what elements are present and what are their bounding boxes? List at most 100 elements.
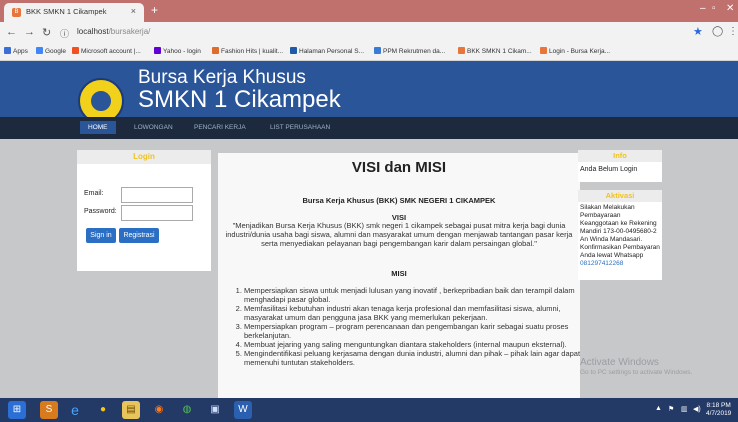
url-host: localhost (77, 27, 109, 36)
bookmark-icon (458, 47, 465, 54)
browser-tab[interactable]: B BKK SMKN 1 Cikampek × (4, 3, 144, 22)
email-field[interactable] (121, 187, 193, 203)
bookmark-label: PPM Rekrutmen da... (383, 48, 446, 55)
bookmark-icon (36, 47, 43, 54)
bookmark-icon (212, 47, 219, 54)
firefox-icon[interactable]: ◉ (150, 401, 168, 419)
site-favicon-icon: B (12, 8, 21, 17)
menu-item-lowongan[interactable]: LOWONGAN (134, 124, 173, 131)
forward-icon[interactable]: → (24, 26, 35, 38)
volume-icon[interactable]: ◀) (693, 405, 701, 413)
app-icon-circle[interactable]: ● (94, 401, 112, 419)
bookmark-label: Login - Bursa Kerja... (549, 48, 611, 55)
bookmark-item[interactable]: Yahoo - login (154, 47, 201, 55)
activate-subtitle: Go to PC settings to activate Windows. (580, 369, 693, 376)
bookmark-item[interactable]: Fashion Hits | kualit... (212, 47, 283, 55)
email-label: Email: (84, 190, 104, 197)
misi-item: Membuat jejaring yang saling menguntungk… (244, 340, 590, 349)
misi-item: Memfasilitasi kebutuhan industri akan te… (244, 304, 590, 322)
info-heading: Info (578, 150, 662, 162)
app-icon-screen[interactable]: ▣ (206, 401, 224, 419)
menu-dots-icon[interactable]: ⋮ (728, 26, 738, 37)
bookmark-icon (154, 47, 161, 54)
word-icon[interactable]: W (234, 401, 252, 419)
bookmark-label: Apps (13, 48, 28, 55)
info-text: Anda Belum Login (580, 166, 638, 173)
misi-item: Mempersiapkan siswa untuk menjadi lulusa… (244, 286, 590, 304)
bookmark-label: Yahoo - login (163, 48, 201, 55)
file-explorer-icon[interactable]: ▤ (122, 401, 140, 419)
maximize-icon[interactable]: ▫ (712, 3, 716, 14)
bookmark-item[interactable]: BKK SMKN 1 Cikam... (458, 47, 532, 55)
bookmark-icon (72, 47, 79, 54)
chrome-icon[interactable]: ◍ (178, 401, 196, 419)
windows-taskbar: ⊞ S e ● ▤ ◉ ◍ ▣ W ▲ ⚑ ▥ ◀) 8:18 PM 4/7/2… (0, 398, 738, 422)
password-label: Password: (84, 208, 117, 215)
reload-icon[interactable]: ↻ (42, 26, 51, 39)
whatsapp-number[interactable]: 081297412268 (580, 260, 623, 267)
bookmark-label: Halaman Personal S... (299, 48, 365, 55)
aktivasi-panel: Aktivasi Silakan Melakukan Pembayaraan K… (578, 190, 662, 280)
bookmark-label: Fashion Hits | kualit... (221, 48, 284, 55)
info-icon[interactable]: ⓘ (60, 27, 69, 40)
bookmarks-bar: Apps Google Microsoft account |... Yahoo - … (0, 44, 738, 61)
bookmark-icon (374, 47, 381, 54)
url-path: /bursakerja/ (108, 27, 151, 36)
tab-title: BKK SMKN 1 Cikampek (26, 7, 107, 16)
misi-item: Mengindentifikasi peluang kerjasama deng… (244, 349, 590, 367)
system-clock[interactable]: 8:18 PM 4/7/2019 (706, 402, 731, 418)
bookmark-label: Google (45, 48, 66, 55)
page-subtitle: Bursa Kerja Khusus (BKK) SMK NEGERI 1 CI… (302, 196, 496, 205)
aktivasi-body: Silakan Melakukan Pembayaraan Keanggotaa… (578, 202, 662, 270)
login-heading: Login (77, 150, 211, 164)
back-icon[interactable]: ← (6, 26, 17, 38)
sign-in-button[interactable]: Sign in (86, 228, 116, 243)
close-window-icon[interactable]: ✕ (726, 3, 734, 14)
start-icon[interactable]: ⊞ (8, 401, 26, 419)
bookmark-item[interactable]: Apps (4, 47, 28, 55)
profile-icon[interactable]: ◯ (712, 26, 723, 37)
bookmark-icon (4, 47, 11, 54)
login-panel: Login Email: Password: Sign in Registras… (77, 150, 211, 271)
bookmark-item[interactable]: Login - Bursa Kerja... (540, 47, 610, 55)
tray-arrow-icon[interactable]: ▲ (655, 405, 662, 412)
bookmark-icon (290, 47, 297, 54)
activate-windows-watermark: Activate Windows Go to PC settings to ac… (580, 357, 692, 376)
aktivasi-heading: Aktivasi (578, 190, 662, 202)
menu-item-list-perusahaan[interactable]: LIST PERUSAHAAN (270, 124, 330, 131)
misi-item: Mempersiapkan program – program perencan… (244, 322, 590, 340)
password-field[interactable] (121, 205, 193, 221)
bookmark-icon (540, 47, 547, 54)
misi-list: Mempersiapkan siswa untuk menjadi lulusa… (232, 286, 590, 367)
tray-flag-icon[interactable]: ⚑ (668, 405, 674, 413)
menu-item-pencari-kerja[interactable]: PENCARI KERJA (194, 124, 246, 131)
bookmark-item[interactable]: Google (36, 47, 66, 55)
web-page: Bursa Kerja Khusus SMKN 1 Cikampek HOME … (0, 61, 738, 398)
aktivasi-text: Silakan Melakukan Pembayaraan Keanggotaa… (580, 204, 660, 259)
url-field[interactable]: localhost/bursakerja/ (77, 27, 150, 36)
clock-time: 8:18 PM (706, 402, 731, 409)
bookmark-star-icon[interactable]: ★ (693, 25, 703, 38)
site-title-line2: SMKN 1 Cikampek (138, 86, 341, 113)
info-panel: Info Anda Belum Login (578, 150, 662, 182)
new-tab-button[interactable]: + (151, 3, 158, 17)
app-icon-s[interactable]: S (40, 401, 58, 419)
menu-item-home[interactable]: HOME (80, 121, 116, 134)
activate-title: Activate Windows (580, 357, 659, 368)
browser-tab-strip: B BKK SMKN 1 Cikampek × + – ▫ ✕ (0, 0, 738, 22)
minimize-icon[interactable]: – (700, 3, 706, 14)
misi-heading: MISI (391, 269, 407, 278)
network-icon[interactable]: ▥ (681, 405, 688, 413)
visi-text: "Menjadikan Bursa Kerja Khusus (BKK) smk… (225, 221, 573, 248)
bookmark-item[interactable]: Microsoft account |... (72, 47, 141, 55)
register-button[interactable]: Registrasi (119, 228, 159, 243)
site-header: Bursa Kerja Khusus SMKN 1 Cikampek (0, 61, 738, 124)
main-content: VISI dan MISI Bursa Kerja Khusus (BKK) S… (218, 153, 580, 398)
bookmark-item[interactable]: PPM Rekrutmen da... (374, 47, 445, 55)
bookmark-item[interactable]: Halaman Personal S... (290, 47, 364, 55)
tab-close-icon[interactable]: × (131, 6, 136, 16)
internet-explorer-icon[interactable]: e (66, 401, 84, 419)
clock-date: 4/7/2019 (706, 410, 732, 417)
main-menu: HOME LOWONGAN PENCARI KERJA LIST PERUSAH… (0, 117, 738, 139)
address-toolbar: ← → ↻ ⓘ localhost/bursakerja/ ★ ◯ ⋮ (0, 22, 738, 44)
